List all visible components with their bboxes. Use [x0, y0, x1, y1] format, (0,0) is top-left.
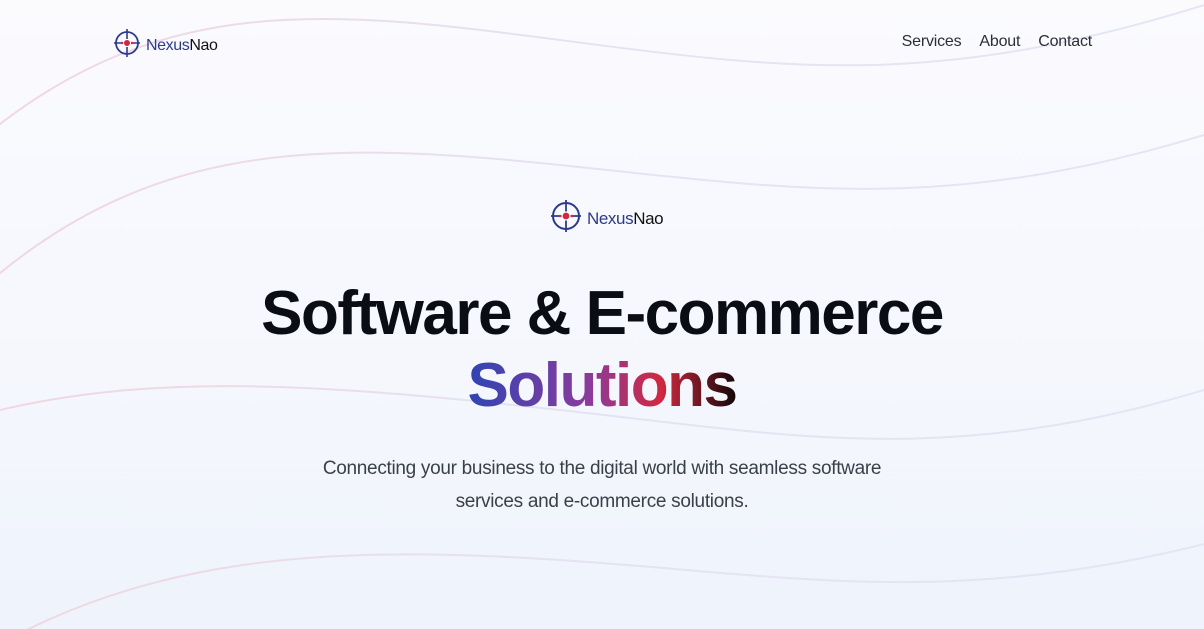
hero-brand-name: NexusNao [587, 208, 664, 229]
nav-link-contact[interactable]: Contact [1038, 33, 1092, 51]
nav-link-services[interactable]: Services [902, 33, 962, 51]
brand-name-part1: Nexus [146, 36, 190, 54]
crosshair-logo-icon [551, 193, 581, 244]
hero-brand-name-part1: Nexus [587, 208, 634, 228]
nav-link-about[interactable]: About [979, 33, 1020, 51]
hero-heading-line1: Software & E-commerce [261, 279, 944, 348]
hero-brand-name-part2: Nao [633, 208, 664, 228]
wave-line [26, 542, 1204, 629]
crosshair-logo-icon [114, 24, 140, 67]
hero-logo: NexusNao [551, 193, 664, 244]
site-header: NexusNao Services About Contact [0, 0, 1204, 88]
hero-subtitle: Connecting your business to the digital … [322, 458, 882, 512]
brand-name-part2: Nao [189, 36, 218, 54]
header-logo-link[interactable]: NexusNao [114, 24, 218, 67]
hero-heading-highlight: Solutions [467, 351, 738, 420]
main-nav: Services About Contact [902, 33, 1093, 51]
brand-name: NexusNao [146, 37, 218, 55]
hero-heading: Software & E-commerce Solutions [0, 278, 1204, 422]
